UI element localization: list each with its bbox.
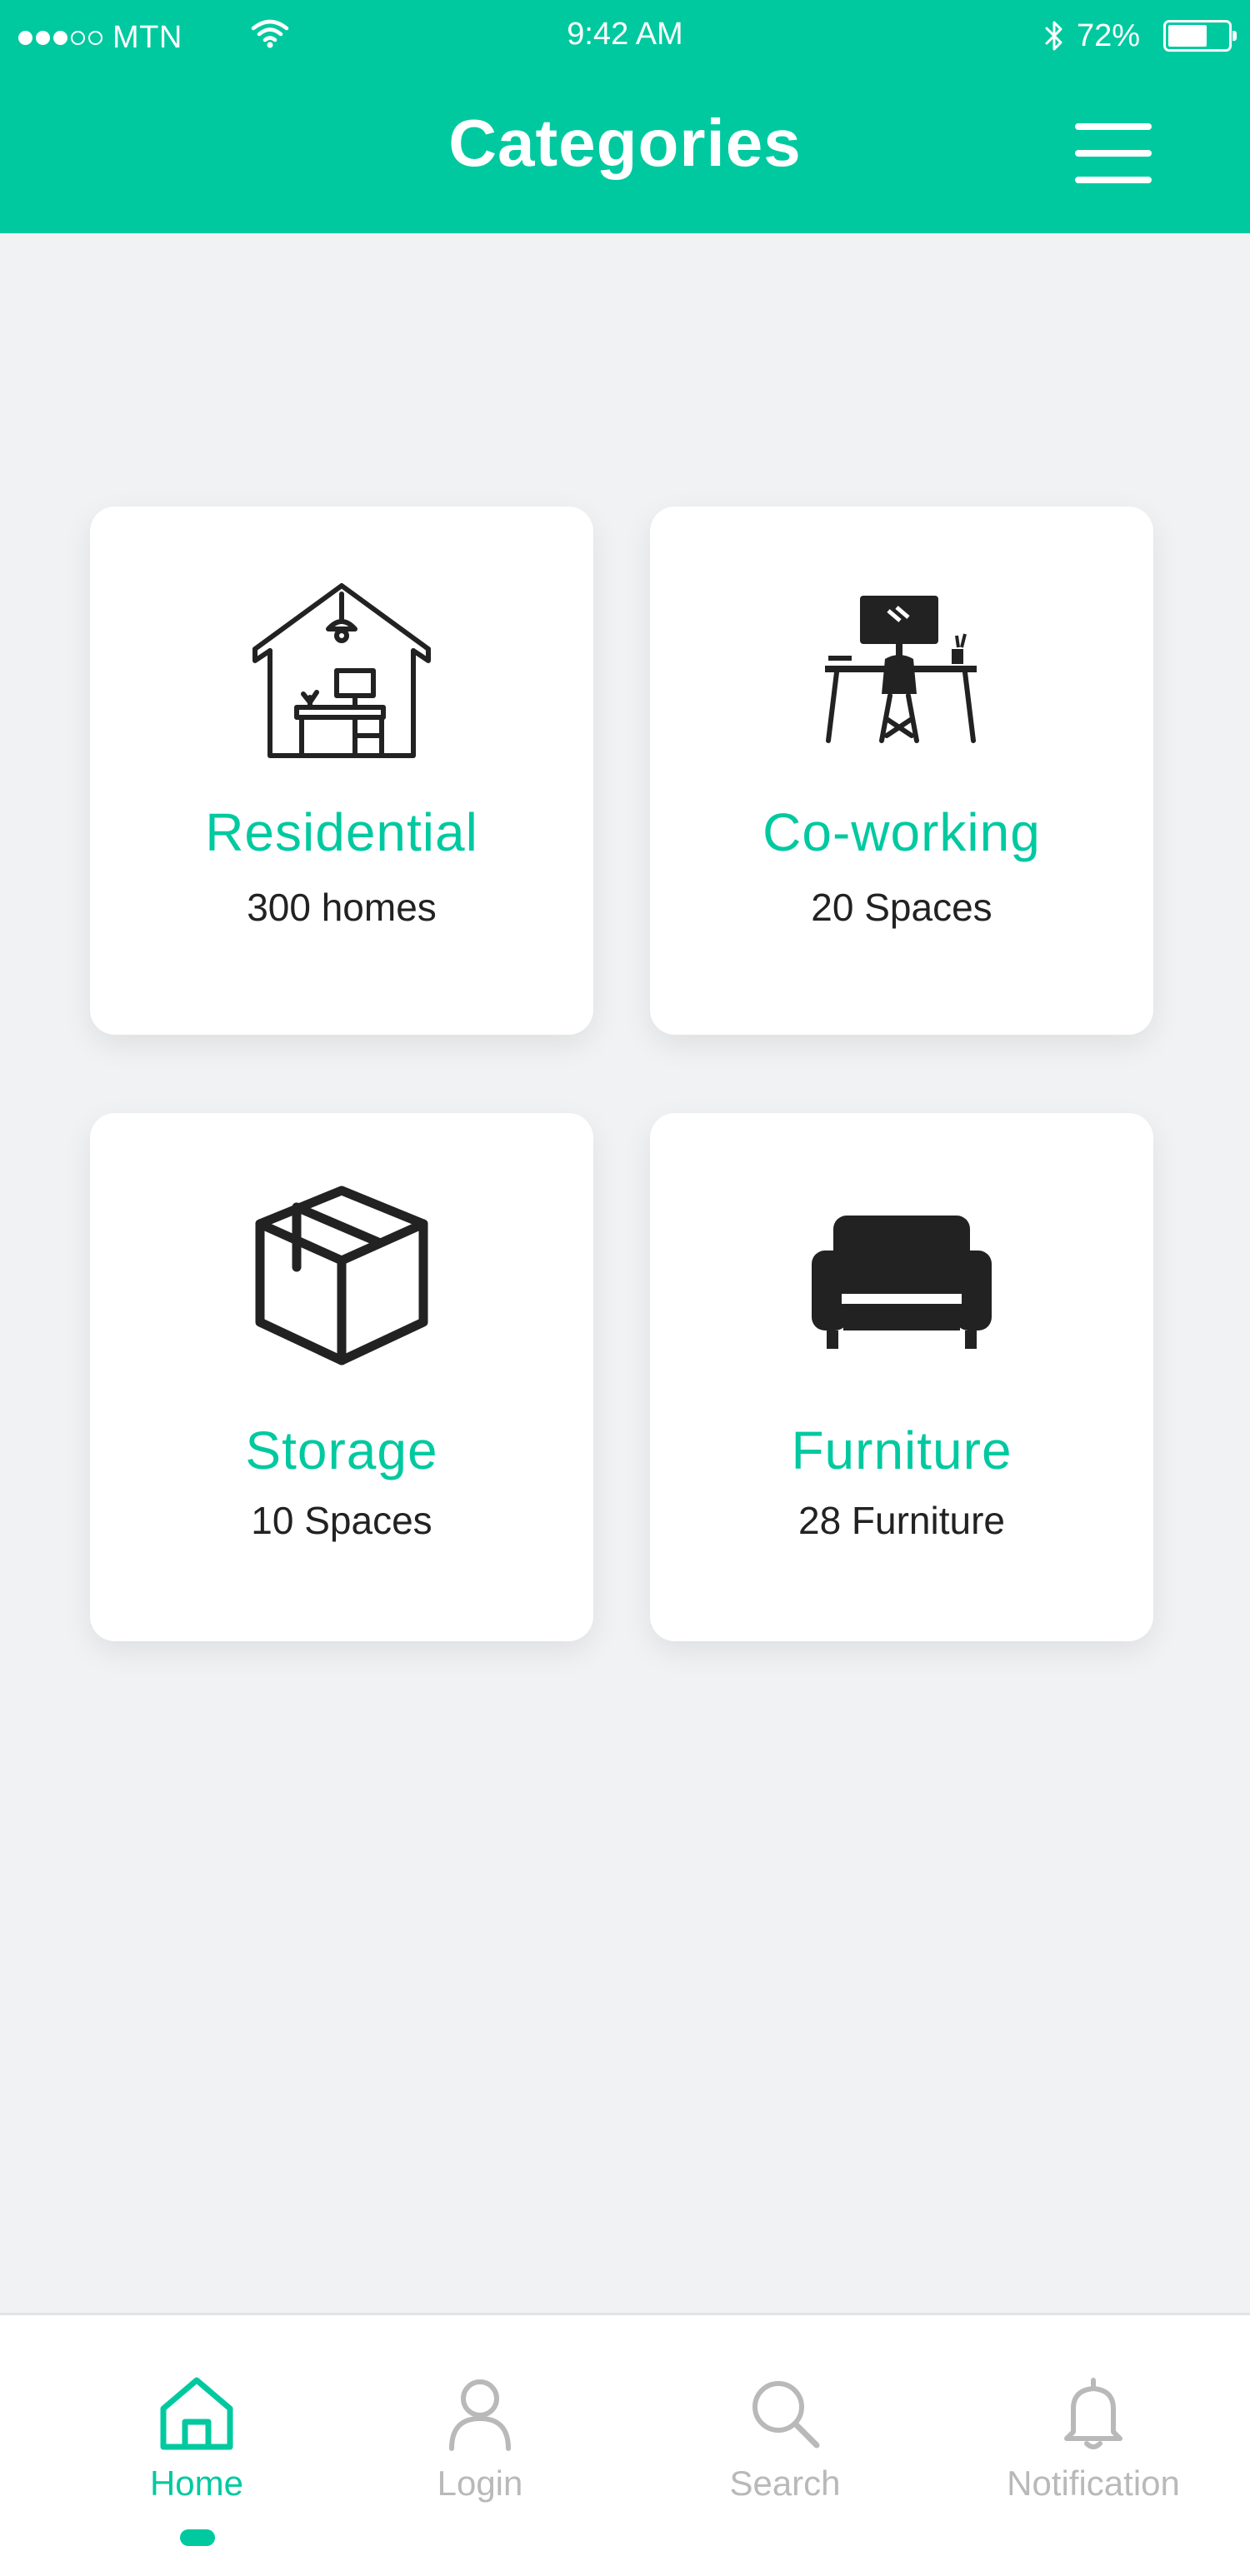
bluetooth-icon (1045, 21, 1062, 51)
status-bar: MTN 9:42 AM 72% (0, 0, 1250, 75)
category-card-coworking[interactable]: Co-working 20 Spaces (650, 507, 1153, 1035)
category-count: 300 homes (247, 886, 437, 929)
search-icon (752, 2381, 820, 2449)
category-card-residential[interactable]: Residential 300 homes (90, 507, 593, 1035)
category-title: Co-working (762, 802, 1041, 862)
house-office-icon (90, 573, 593, 765)
box-icon (90, 1180, 593, 1371)
battery-icon (1163, 20, 1237, 52)
category-title: Furniture (791, 1420, 1012, 1480)
category-card-storage[interactable]: Storage 10 Spaces (90, 1113, 593, 1641)
desk-workstation-icon (650, 573, 1153, 765)
bell-icon (1064, 2378, 1122, 2449)
category-count: 20 Spaces (811, 886, 992, 929)
nav-label: Notification (1007, 2464, 1180, 2503)
nav-item-login[interactable]: Login (355, 2315, 605, 2576)
nav-item-search[interactable]: Search (660, 2315, 910, 2576)
category-count: 10 Spaces (251, 1499, 432, 1542)
page-title: Categories (448, 106, 802, 180)
user-icon (449, 2379, 511, 2451)
nav-label: Home (149, 2464, 244, 2503)
nav-label: Search (729, 2464, 841, 2503)
menu-button[interactable] (1075, 123, 1152, 183)
header: MTN 9:42 AM 72% Categories (0, 0, 1250, 233)
category-title: Storage (245, 1420, 438, 1480)
sofa-icon (650, 1180, 1153, 1371)
status-right: 72% (1043, 15, 1237, 57)
home-icon (160, 2377, 233, 2450)
hamburger-menu-icon (1075, 123, 1152, 130)
nav-item-notification[interactable]: Notification (968, 2315, 1218, 2576)
app-screen: MTN 9:42 AM 72% Categories Residential 3… (0, 0, 1250, 2576)
battery-percentage: 72% (1076, 17, 1140, 53)
category-card-furniture[interactable]: Furniture 28 Furniture (650, 1113, 1153, 1641)
nav-label: Login (437, 2464, 523, 2503)
category-count: 28 Furniture (798, 1499, 1005, 1542)
active-tab-indicator (180, 2529, 215, 2546)
category-title: Residential (205, 802, 478, 862)
